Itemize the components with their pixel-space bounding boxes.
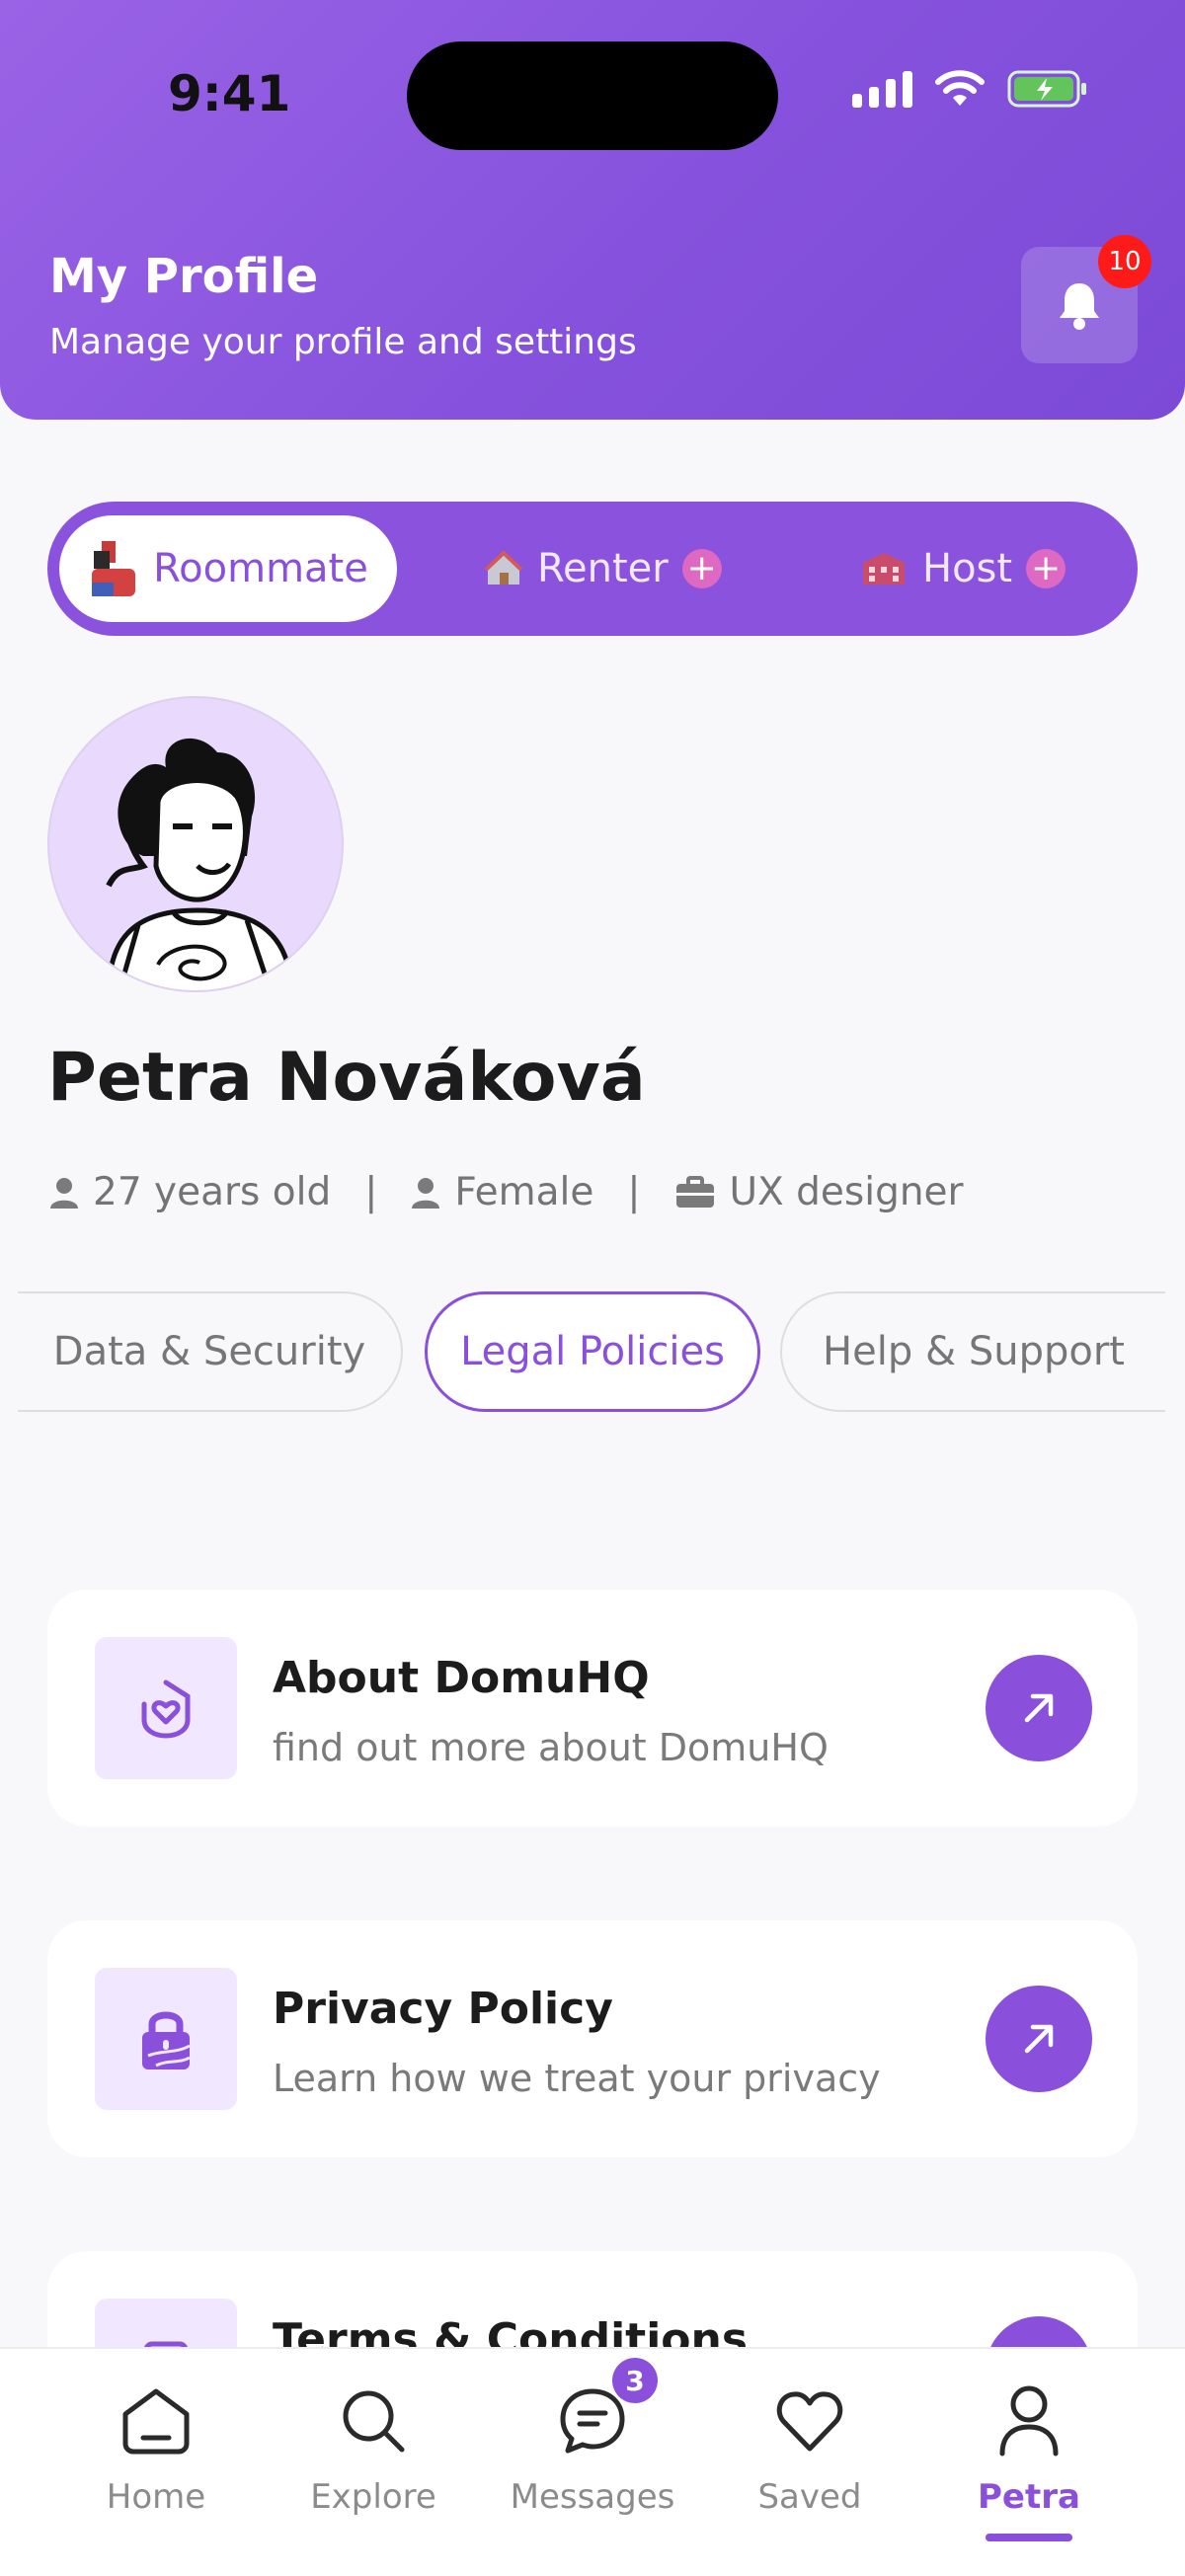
heart-icon	[776, 2391, 843, 2452]
chip-legal-policies[interactable]: Legal Policies	[425, 1291, 760, 1412]
add-role-icon: +	[1026, 549, 1066, 588]
profile-name: Petra Nováková	[47, 1039, 646, 1117]
dynamic-island	[407, 41, 778, 150]
tab-home[interactable]: Home	[57, 2382, 255, 2517]
open-arrow-button[interactable]	[986, 1655, 1092, 1761]
tab-label: Messages	[510, 2477, 675, 2517]
domuhq-logo-icon	[95, 1637, 237, 1779]
messages-badge: 3	[612, 2358, 658, 2403]
profile-age: 27 years old	[93, 1170, 332, 1214]
notification-badge: 10	[1098, 235, 1151, 288]
bell-icon	[1060, 283, 1099, 330]
divider: |	[364, 1170, 378, 1214]
role-label: Roommate	[153, 546, 368, 591]
card-title: Privacy Policy	[273, 1984, 613, 2034]
person-icon	[412, 1177, 440, 1209]
tab-label: Explore	[310, 2477, 436, 2517]
profile-gender: Female	[454, 1170, 594, 1214]
status-time: 9:41	[168, 65, 291, 122]
divider: |	[627, 1170, 641, 1214]
status-icons	[852, 69, 1088, 109]
tab-label: Saved	[757, 2477, 862, 2517]
arrow-up-right-icon	[1024, 1693, 1054, 1723]
card-subtitle: Learn how we treat your privacy	[273, 2057, 881, 2100]
role-tab-host[interactable]: Host +	[859, 515, 1066, 622]
role-tab-roommate[interactable]: Roommate	[59, 515, 397, 622]
active-tab-indicator	[986, 2534, 1072, 2541]
role-label: Renter	[537, 546, 669, 591]
open-arrow-button[interactable]	[986, 1986, 1092, 2092]
chip-help-support[interactable]: Help & Support	[780, 1291, 1165, 1412]
building-icon	[863, 553, 905, 585]
house-icon	[484, 550, 523, 585]
page-title: My Profile	[49, 249, 319, 304]
add-role-icon: +	[681, 549, 722, 588]
avatar[interactable]	[47, 696, 344, 992]
profile-header: 9:41 My Profile Manage your profile and …	[0, 0, 1185, 420]
chat-icon	[560, 2388, 625, 2454]
home-icon	[122, 2388, 190, 2455]
tab-label: Petra	[978, 2477, 1080, 2517]
lock-icon	[95, 1968, 237, 2110]
tab-saved[interactable]: Saved	[711, 2382, 908, 2517]
battery-icon	[1007, 70, 1086, 108]
person-icon	[50, 1177, 78, 1209]
page-subtitle: Manage your profile and settings	[49, 322, 637, 362]
role-label: Host	[922, 546, 1013, 591]
profile-job: UX designer	[729, 1170, 964, 1214]
settings-chips: Data & Security Legal Policies Help & Su…	[0, 1291, 1185, 1414]
tab-label: Home	[106, 2477, 206, 2517]
role-switcher: Roommate Renter + Host +	[47, 502, 1138, 636]
avatar-illustration	[106, 738, 294, 990]
tab-profile[interactable]: Petra	[930, 2382, 1128, 2517]
role-tab-renter[interactable]: Renter +	[484, 515, 722, 622]
wifi-icon	[935, 70, 985, 106]
card-title: About DomuHQ	[273, 1653, 650, 1703]
chip-data-security[interactable]: Data & Security	[18, 1291, 403, 1412]
tab-explore[interactable]: Explore	[275, 2382, 472, 2517]
card-subtitle: find out more about DomuHQ	[273, 1726, 829, 1769]
profile-meta: 27 years old | Female | UX designer	[49, 1170, 964, 1214]
signal-icon	[852, 70, 912, 108]
roommate-icon	[92, 541, 136, 596]
privacy-policy-card[interactable]: Privacy Policy Learn how we treat your p…	[47, 1920, 1138, 2157]
briefcase-icon	[675, 1175, 714, 1208]
tab-messages[interactable]: Messages	[494, 2382, 691, 2517]
arrow-up-right-icon	[1024, 2024, 1054, 2054]
about-domuhq-card[interactable]: About DomuHQ find out more about DomuHQ	[47, 1590, 1138, 1827]
search-icon	[343, 2390, 405, 2453]
user-icon	[999, 2385, 1059, 2457]
bottom-tab-bar: Home Explore Messages Saved Petra	[0, 2347, 1185, 2576]
